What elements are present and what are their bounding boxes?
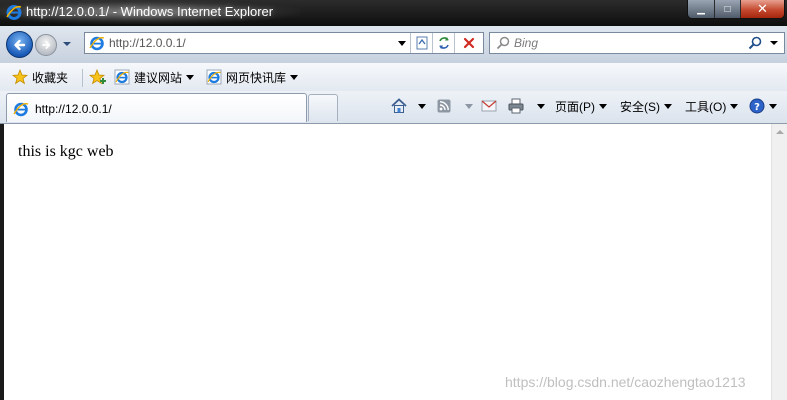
- chevron-down-icon: [769, 103, 777, 109]
- search-options-dropdown[interactable]: [770, 41, 778, 45]
- scroll-up-arrow-icon[interactable]: [776, 130, 784, 134]
- read-mail-button[interactable]: [481, 96, 497, 116]
- forward-button[interactable]: [35, 34, 57, 56]
- tab-title: http://12.0.0.1/: [35, 102, 112, 116]
- chevron-down-icon: [730, 103, 739, 109]
- window-title: http://12.0.0.1/ - Windows Internet Expl…: [26, 4, 274, 19]
- favorites-bar: 收藏夹 建议网站 网页快讯库: [0, 63, 787, 91]
- stop-icon: [463, 37, 475, 49]
- watermark: https://blog.csdn.net/caozhengtao1213: [505, 374, 746, 390]
- home-icon: [391, 98, 407, 113]
- divider: [82, 69, 83, 87]
- safety-menu-label: 安全(S): [620, 99, 660, 114]
- page-menu[interactable]: 页面(P): [555, 96, 607, 116]
- back-button[interactable]: [6, 31, 33, 58]
- page-menu-label: 页面(P): [555, 99, 595, 114]
- address-bar[interactable]: http://12.0.0.1/: [84, 32, 484, 54]
- window-controls: ▁ □ ✕: [687, 0, 785, 19]
- address-dropdown[interactable]: [395, 33, 409, 53]
- navigation-bar: http://12.0.0.1/ Bing: [0, 26, 787, 64]
- rss-icon: [437, 99, 451, 113]
- ie-icon: [114, 69, 130, 85]
- chevron-down-icon: [465, 103, 473, 109]
- ie-icon: [89, 36, 105, 51]
- recent-pages-dropdown[interactable]: [63, 42, 71, 46]
- favorites-label: 收藏夹: [32, 70, 69, 85]
- ie-icon: [206, 69, 222, 85]
- help-button[interactable]: ?: [749, 96, 777, 116]
- back-arrow-icon: [13, 39, 25, 50]
- home-button[interactable]: [390, 96, 426, 116]
- favorites-button[interactable]: 收藏夹: [12, 68, 68, 86]
- vertical-scrollbar[interactable]: [771, 124, 787, 400]
- new-tab-button[interactable]: [308, 94, 338, 121]
- chevron-down-icon: [537, 103, 545, 109]
- address-input[interactable]: http://12.0.0.1/: [109, 36, 186, 50]
- print-button[interactable]: [507, 96, 545, 116]
- close-button[interactable]: ✕: [740, 0, 784, 18]
- feeds-button[interactable]: [437, 96, 473, 116]
- ie-icon: [6, 5, 22, 20]
- ie-icon: [13, 102, 29, 117]
- tab-active[interactable]: http://12.0.0.1/: [6, 93, 307, 122]
- search-input[interactable]: Bing: [514, 36, 538, 50]
- favorites-item-web-slice-gallery[interactable]: 网页快讯库: [206, 68, 299, 86]
- compatibility-view-button[interactable]: [410, 33, 432, 53]
- favorites-item-label: 网页快讯库: [226, 70, 287, 85]
- add-favorites-icon: [89, 69, 106, 85]
- chevron-down-icon: [418, 103, 426, 109]
- add-to-favorites-bar-button[interactable]: [89, 68, 107, 86]
- refresh-button[interactable]: [432, 33, 454, 53]
- chevron-down-icon: [290, 74, 299, 80]
- tab-bar: http://12.0.0.1/ 页面(P) 安全(S) 工具(O) ?: [0, 91, 787, 124]
- compatibility-icon: [416, 36, 427, 50]
- chevron-down-icon: [664, 103, 672, 109]
- chevron-down-icon: [186, 74, 195, 80]
- search-icon: [496, 36, 510, 50]
- title-bar: http://12.0.0.1/ - Windows Internet Expl…: [0, 0, 787, 26]
- stop-button[interactable]: [454, 33, 483, 53]
- search-icon[interactable]: [748, 36, 762, 50]
- print-icon: [508, 98, 524, 114]
- maximize-button[interactable]: □: [714, 0, 740, 18]
- search-box[interactable]: Bing: [489, 32, 785, 54]
- safety-menu[interactable]: 安全(S): [620, 96, 672, 116]
- chevron-down-icon: [599, 103, 607, 109]
- refresh-icon: [438, 37, 449, 49]
- chevron-down-icon: [398, 40, 406, 46]
- svg-text:?: ?: [754, 102, 760, 113]
- tools-menu[interactable]: 工具(O): [685, 96, 739, 116]
- forward-arrow-icon: [42, 41, 51, 49]
- favorites-item-suggested-sites[interactable]: 建议网站: [114, 68, 195, 86]
- page-body-text: this is kgc web: [18, 143, 114, 160]
- favorites-item-label: 建议网站: [134, 70, 183, 85]
- help-icon: ?: [749, 98, 765, 114]
- star-icon: [12, 69, 28, 85]
- minimize-button[interactable]: ▁: [688, 0, 714, 18]
- page-content: this is kgc web: [4, 124, 771, 400]
- tools-menu-label: 工具(O): [685, 99, 727, 114]
- mail-icon: [481, 100, 497, 112]
